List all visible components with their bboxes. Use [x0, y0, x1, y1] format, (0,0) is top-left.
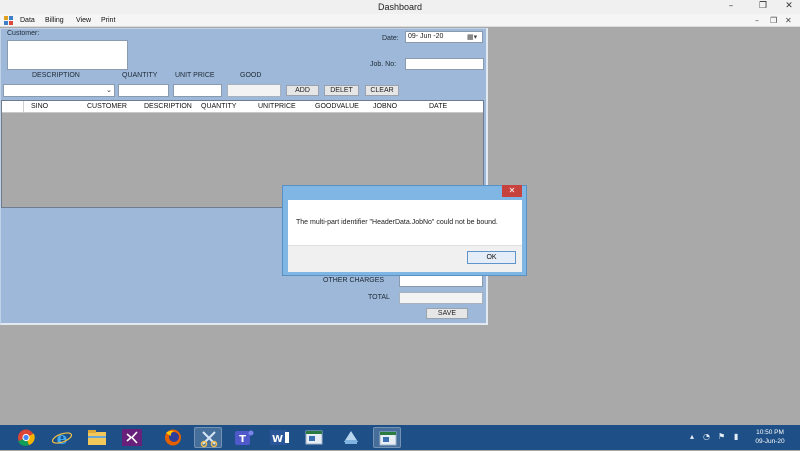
date-picker[interactable]: 09- Jun -20 ▦▾ [405, 31, 483, 43]
show-hidden-icons-icon[interactable]: ▴ [690, 432, 694, 441]
clear-button[interactable]: CLEAR [365, 85, 399, 96]
column-header-description[interactable]: DESCRIPTION [144, 101, 192, 113]
chrome-icon[interactable] [12, 427, 40, 448]
clock-time: 10:50 PM [756, 429, 784, 436]
snipping-tool-icon[interactable] [194, 427, 222, 448]
unit-price-label: UNIT PRICE [175, 72, 215, 79]
window-title: Dashboard [377, 2, 423, 12]
date-label: Date: [382, 35, 399, 42]
mdi-restore-button[interactable]: ❐ [770, 14, 777, 27]
good-value-textbox[interactable] [227, 84, 281, 97]
generic-app-icon[interactable] [337, 427, 365, 448]
taskbar-clock[interactable]: 10:50 PM 09-Jun-20 [748, 428, 792, 446]
jobno-textbox[interactable] [405, 58, 484, 70]
grid-header [2, 101, 483, 113]
description-label: DESCRIPTION [32, 72, 80, 79]
file-explorer-icon[interactable] [83, 427, 111, 448]
column-header-quantity[interactable]: QUANTITY [201, 101, 236, 113]
clock-date: 09-Jun-20 [755, 438, 785, 445]
active-app-icon[interactable] [373, 427, 401, 448]
customer-textbox[interactable] [7, 40, 128, 70]
word-icon[interactable]: W [265, 427, 293, 448]
action-center-flag-icon[interactable]: ⚑ [718, 432, 725, 441]
visual-studio-icon[interactable] [118, 427, 146, 448]
dialog-message: The multi-part identifier "HeaderData.Jo… [296, 219, 498, 226]
quantity-label: QUANTITY [122, 72, 158, 79]
svg-text:T: T [239, 434, 246, 445]
description-combobox[interactable]: ⌄ [3, 84, 115, 97]
good-label: GOOD [240, 72, 262, 79]
delete-button[interactable]: DELET [324, 85, 359, 96]
column-header-customer[interactable]: CUSTOMER [87, 101, 127, 113]
teams-icon[interactable]: T [229, 427, 257, 448]
network-icon[interactable]: ◔ [703, 432, 710, 441]
save-button[interactable]: SAVE [426, 308, 468, 319]
quantity-textbox[interactable] [118, 84, 169, 97]
column-header-jobno[interactable]: JOBNO [373, 101, 397, 113]
firefox-icon[interactable] [159, 427, 187, 448]
window-minimize-button[interactable]: – [721, 0, 741, 12]
menu-data[interactable]: Data [20, 14, 35, 27]
window-maximize-button[interactable]: ❐ [753, 0, 773, 12]
window-close-button[interactable]: ✕ [779, 0, 799, 12]
grid-row-header [2, 101, 24, 113]
chevron-down-icon[interactable]: ⌄ [106, 86, 112, 94]
column-header-date[interactable]: DATE [429, 101, 447, 113]
column-header-sino[interactable]: SINO [31, 101, 48, 113]
total-label: TOTAL [368, 294, 390, 301]
menu-print[interactable]: Print [101, 14, 115, 27]
customer-label: Customer: [7, 30, 40, 37]
internet-explorer-icon[interactable]: e [48, 427, 76, 449]
total-textbox[interactable] [399, 292, 483, 304]
date-value: 09- Jun -20 [408, 33, 444, 40]
menu-billing[interactable]: Billing [45, 14, 64, 27]
calendar-dropdown-icon[interactable]: ▦▾ [467, 33, 477, 41]
jobno-label: Job. No: [370, 61, 397, 68]
ok-button[interactable]: OK [467, 251, 516, 264]
add-button[interactable]: ADD [286, 85, 319, 96]
column-header-unitprice[interactable]: UNITPRICE [258, 101, 296, 113]
app-window-icon[interactable] [300, 427, 328, 448]
menu-bar [0, 14, 800, 27]
svg-text:e: e [57, 429, 68, 448]
menu-view[interactable]: View [76, 14, 91, 27]
unit-price-textbox[interactable] [173, 84, 222, 97]
dialog-close-button[interactable]: ✕ [502, 185, 522, 197]
mdi-minimize-button[interactable]: – [755, 14, 759, 27]
app-menu-icon[interactable] [4, 16, 13, 25]
svg-text:W: W [272, 434, 283, 445]
battery-icon[interactable]: ▮ [734, 432, 738, 441]
other-charges-label: OTHER CHARGES [323, 277, 385, 284]
column-header-goodvalue[interactable]: GOODVALUE [315, 101, 359, 113]
mdi-close-button[interactable]: ✕ [785, 14, 792, 27]
